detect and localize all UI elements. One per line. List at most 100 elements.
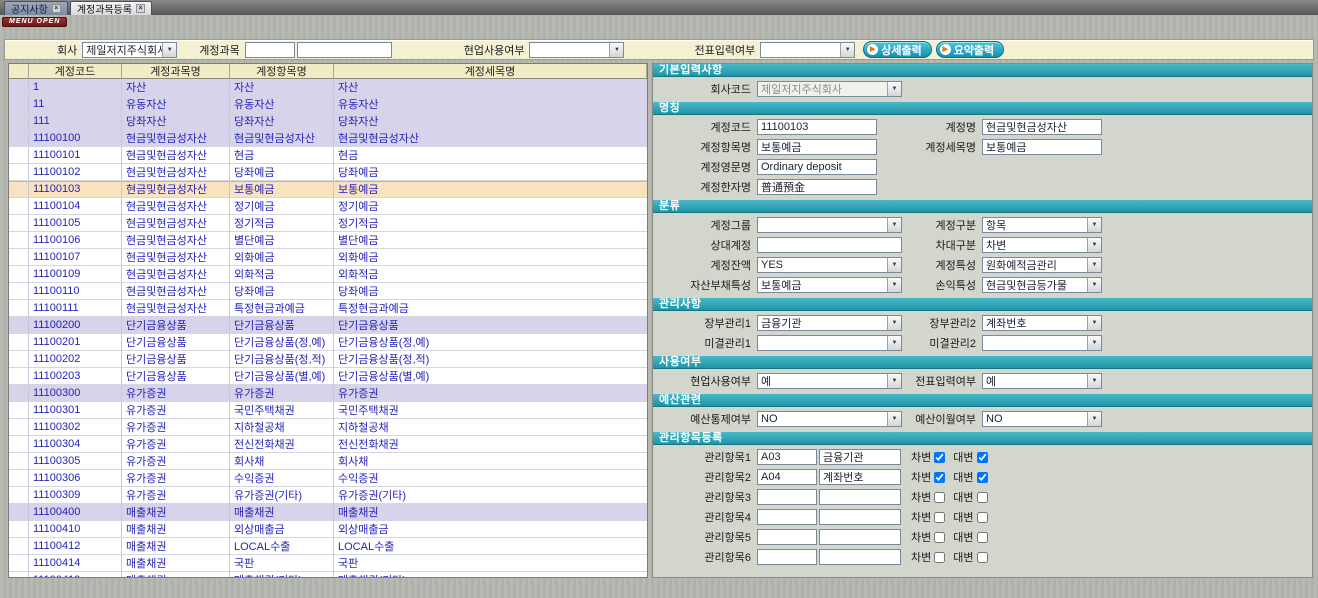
counter-account-input[interactable] [757,237,902,253]
table-row[interactable]: 11100107 현금및현금성자산 외화예금 외화예금 [9,249,647,266]
table-row[interactable]: 11 유동자산 유동자산 유동자산 [9,96,647,113]
open-mgmt2-select[interactable]: ▼ [982,335,1102,351]
debit-checkbox[interactable] [934,452,945,463]
menu-open-button[interactable]: MENU OPEN [2,17,67,27]
mgmt-item-name-input[interactable] [819,509,901,525]
detail-print-button[interactable]: ▶ 상세출력 [863,41,931,58]
mgmt-item-name-input[interactable] [819,529,901,545]
table-row[interactable]: 11100300 유가증권 유가증권 유가증권 [9,385,647,402]
table-row[interactable]: 11100105 현금및현금성자산 정기적금 정기적금 [9,215,647,232]
debit-checkbox[interactable] [934,472,945,483]
table-row[interactable]: 11100302 유가증권 지하철공채 지하철공채 [9,419,647,436]
account-code-input[interactable] [757,119,877,135]
account-item-input[interactable] [757,139,877,155]
credit-checkbox[interactable] [977,512,988,523]
mgmt-item-code-input[interactable] [757,469,817,485]
account-trait-select[interactable]: 원화예적금관리 ▼ [982,257,1102,273]
table-row[interactable]: 11100412 매출채권 LOCAL수출 LOCAL수출 [9,538,647,555]
credit-checkbox[interactable] [977,472,988,483]
table-row[interactable]: 11100104 현금및현금성자산 정기예금 정기예금 [9,198,647,215]
account-hanja-input[interactable] [757,179,877,195]
table-row[interactable]: 11100400 매출채권 매출채권 매출채권 [9,504,647,521]
debit-checkbox[interactable] [934,492,945,503]
table-row[interactable]: 11100304 유가증권 전신전화채권 전신전화채권 [9,436,647,453]
table-row[interactable]: 11100102 현금및현금성자산 당좌예금 당좌예금 [9,164,647,181]
tab-notice[interactable]: 공지사항 × [4,1,68,15]
mgmt-item-code-input[interactable] [757,449,817,465]
table-row[interactable]: 11100301 유가증권 국민주택채권 국민주택채권 [9,402,647,419]
table-row[interactable]: 11100306 유가증권 수익증권 수익증권 [9,470,647,487]
mgmt-item-name-input[interactable] [819,489,901,505]
cell-account-detail: LOCAL수출 [334,538,647,555]
section-use-title: 사용여부 [653,356,1312,369]
table-row[interactable]: 111 당좌자산 당좌자산 당좌자산 [9,113,647,130]
slip-use-select[interactable]: 예 ▼ [982,373,1102,389]
credit-checkbox[interactable] [977,532,988,543]
mgmt-item-code-input[interactable] [757,489,817,505]
table-row[interactable]: 11100110 현금및현금성자산 당좌예금 당좌예금 [9,283,647,300]
open-mgmt2-label: 미결관리2 [902,335,982,351]
table-row[interactable]: 11100414 매출채권 국판 국판 [9,555,647,572]
debit-checkbox[interactable] [934,512,945,523]
close-icon[interactable]: × [52,4,61,13]
book-mgmt2-select[interactable]: 계좌번호 ▼ [982,315,1102,331]
chevron-down-icon: ▼ [1087,218,1101,232]
debit-checkbox[interactable] [934,552,945,563]
table-row[interactable]: 11100410 매출채권 외상매출금 외상매출금 [9,521,647,538]
table-row[interactable]: 11100201 단기금융상품 단기금융상품(정,예) 단기금융상품(정,예) [9,334,647,351]
table-row[interactable]: 11100106 현금및현금성자산 별단예금 별단예금 [9,232,647,249]
mgmt-item-name-input[interactable] [819,449,901,465]
account-name-filter-input[interactable] [297,42,392,58]
budget-control-select[interactable]: NO ▼ [757,411,902,427]
account-group-select[interactable]: ▼ [757,217,902,233]
chevron-down-icon: ▼ [1087,412,1101,426]
cell-account-item: 특정현금과예금 [230,300,334,317]
mgmt-item-name-input[interactable] [819,549,901,565]
table-row[interactable]: 1 자산 자산 자산 [9,79,647,96]
account-english-input[interactable] [757,159,877,175]
account-detail-input[interactable] [982,139,1102,155]
company-select[interactable]: 제일저지주식회사 ▼ [82,42,177,58]
table-row[interactable]: 11100109 현금및현금성자산 외화적금 외화적금 [9,266,647,283]
table-row[interactable]: 11100101 현금및현금성자산 현금 현금 [9,147,647,164]
field-use-filter-select[interactable]: ▼ [529,42,624,58]
budget-carryover-select[interactable]: NO ▼ [982,411,1102,427]
table-row[interactable]: 11100419 매출채권 매출채권(기타) 매출채권(기타) [9,572,647,578]
close-icon[interactable]: × [136,4,145,13]
chevron-down-icon: ▼ [887,374,901,388]
credit-checkbox[interactable] [977,452,988,463]
field-use-select[interactable]: 예 ▼ [757,373,902,389]
account-code-filter-input[interactable] [245,42,295,58]
debit-checkbox[interactable] [934,532,945,543]
asset-trait-select[interactable]: 보통예금 ▼ [757,277,902,293]
cell-account-name: 유가증권 [122,419,230,436]
table-row[interactable]: 11100309 유가증권 유가증권(기타) 유가증권(기타) [9,487,647,504]
open-mgmt1-select[interactable]: ▼ [757,335,902,351]
table-row[interactable]: 11100100 현금및현금성자산 현금및현금성자산 현금및현금성자산 [9,130,647,147]
summary-print-button[interactable]: ▶ 요약출력 [936,41,1004,58]
table-row[interactable]: 11100203 단기금융상품 단기금융상품(별,예) 단기금융상품(별,예) [9,368,647,385]
table-row[interactable]: 11100202 단기금융상품 단기금융상품(정,적) 단기금융상품(정,적) [9,351,647,368]
chevron-down-icon: ▼ [1087,258,1101,272]
pl-trait-select[interactable]: 현금및현금등가물 ▼ [982,277,1102,293]
cell-account-item: 매출채권(기타) [230,572,334,578]
mgmt-item-name-input[interactable] [819,469,901,485]
debit-credit-division-select[interactable]: 차변 ▼ [982,237,1102,253]
account-division-select[interactable]: 항목 ▼ [982,217,1102,233]
table-row[interactable]: 11100111 현금및현금성자산 특정현금과예금 특정현금과예금 [9,300,647,317]
table-row[interactable]: 11100103 현금및현금성자산 보통예금 보통예금 [9,181,647,198]
account-trait-value: 원화예적금관리 [986,257,1057,273]
account-balance-select[interactable]: YES ▼ [757,257,902,273]
account-name-input[interactable] [982,119,1102,135]
book-mgmt1-select[interactable]: 금융기관 ▼ [757,315,902,331]
credit-checkbox[interactable] [977,492,988,503]
slip-entry-filter-select[interactable]: ▼ [760,42,855,58]
mgmt-item-code-input[interactable] [757,549,817,565]
cell-account-detail: 정기적금 [334,215,647,232]
credit-checkbox[interactable] [977,552,988,563]
mgmt-item-code-input[interactable] [757,509,817,525]
table-row[interactable]: 11100305 유가증권 회사채 회사채 [9,453,647,470]
table-row[interactable]: 11100200 단기금융상품 단기금융상품 단기금융상품 [9,317,647,334]
tab-account-registration[interactable]: 계정과목등록 × [70,1,152,15]
mgmt-item-code-input[interactable] [757,529,817,545]
